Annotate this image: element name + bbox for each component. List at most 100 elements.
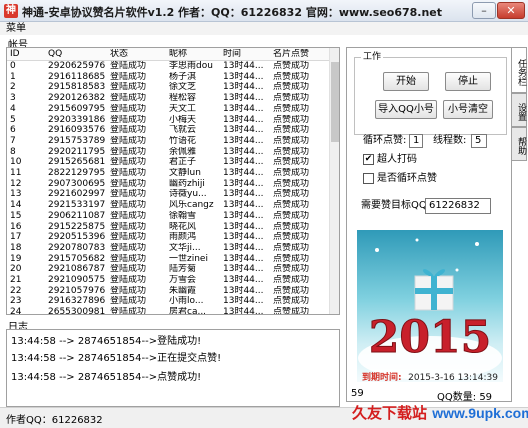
cell-status: 登陆成功 [110,200,147,211]
table-row[interactable]: 7 2915753789 登陆成功 竹语花 13时44... 点赞成功 [7,136,329,147]
table-row[interactable]: 13 2921602997 登陆成功 诗薇yu... 13时44... 点赞成功 [7,189,329,200]
cell-nickname: 李思雨dou [169,61,213,71]
cycle-like-checkbox[interactable] [363,173,374,184]
cell-nickname: 雨颜鸿 [169,232,197,243]
cell-id: 19 [10,253,22,264]
cell-like: 点赞成功 [273,178,310,189]
table-row[interactable]: 11 2822129795 登陆成功 文静lun 13时44... 点赞成功 [7,168,329,179]
log-line: 13:44:58 --> 2874651854-->正在提交点赞! [11,353,222,364]
cell-id: 17 [10,232,22,243]
cell-qq: 2915265681 [48,157,106,168]
cell-time: 13时44... [223,178,264,189]
cell-status: 登陆成功 [110,189,147,200]
cell-like: 点赞成功 [273,168,310,178]
cell-qq: 2920780783 [48,242,106,253]
tab-settings[interactable]: 设置 [512,93,527,127]
cell-qq: 2915225875 [48,221,106,232]
column-header-nickname[interactable]: 昵称 [169,49,223,60]
cell-like: 点赞成功 [273,242,310,253]
cell-like: 点赞成功 [273,157,310,168]
watermark-cn: 久友下载站 [352,404,428,422]
cell-status: 登陆成功 [110,221,147,232]
table-row[interactable]: 15 2906211087 登陆成功 徐翰雪 13时44... 点赞成功 [7,211,329,222]
cell-id: 3 [10,93,16,104]
cell-nickname: 杨子淇 [169,71,197,82]
cell-id: 18 [10,242,22,253]
log-line: 13:44:58 --> 2874651854-->点赞成功! [11,372,202,383]
scrollbar-thumb[interactable] [331,62,339,142]
import-qq-button[interactable]: 导入QQ小号 [375,100,437,119]
title-bar: 神 神通-安卓协议赞名片软件v1.2 作者：QQ：61226832 官网：www… [0,0,528,22]
cell-nickname: 徐文芝 [169,82,197,93]
start-button[interactable]: 开始 [383,72,429,91]
cell-qq: 2920339186 [48,114,106,125]
cell-status: 登陆成功 [110,82,147,93]
cell-time: 13时44... [223,253,264,264]
cycle-like-label: 是否循环点赞 [377,173,437,184]
column-header-status[interactable]: 状态 [110,49,166,60]
table-row[interactable]: 21 2921090575 登陆成功 万雪会 13时44... 点赞成功 [7,275,329,286]
cell-time: 13时44... [223,275,264,285]
table-row[interactable]: 22 2921057976 登陆成功 朱幽霞 13时44... 点赞成功 [7,286,329,297]
minimize-button[interactable]: – [472,2,496,19]
cell-nickname: 幽药zhiji [169,178,205,189]
clear-accounts-button[interactable]: 小号清空 [443,100,493,119]
cell-time: 13时44... [223,146,264,157]
cell-time: 13时44... [223,61,264,71]
cell-status: 登陆成功 [110,61,147,71]
work-panel: 工作 开始 停止 导入QQ小号 小号清空 循环点赞: 1 线程数: 5 ✔ 超人… [346,47,512,403]
cell-time: 13时44... [223,189,264,200]
table-row[interactable]: 14 2921533197 登陆成功 风乐cangz 13时44... 点赞成功 [7,200,329,211]
table-row[interactable]: 12 2907300695 登陆成功 幽药zhiji 13时44... 点赞成功 [7,179,329,190]
column-header-time[interactable]: 时间 [223,49,273,60]
cell-nickname: 一世zinei [169,253,208,264]
cell-time: 13时44... [223,82,264,93]
table-row[interactable]: 20 2921086787 登陆成功 陆芳菊 13时44... 点赞成功 [7,264,329,275]
table-row[interactable]: 0 2920625976 登陆成功 李思雨dou 13时44... 点赞成功 [7,61,329,72]
menu-bar: 菜单 [0,22,528,35]
close-button[interactable]: ✕ [497,2,525,19]
cell-qq: 2916118685 [48,71,106,82]
cell-status: 登陆成功 [110,285,147,296]
table-row[interactable]: 6 2916093576 登陆成功 飞就云 13时44... 点赞成功 [7,125,329,136]
tab-help[interactable]: 帮助 [512,127,527,161]
table-row[interactable]: 23 2916327896 登陆成功 小雨lo... 13时44... 点赞成功 [7,296,329,307]
cell-like: 点赞成功 [273,114,310,125]
table-row[interactable]: 4 2915609795 登陆成功 天文工 13时44... 点赞成功 [7,104,329,115]
table-row[interactable]: 19 2915705682 登陆成功 一世zinei 13时44... 点赞成功 [7,254,329,265]
tab-task[interactable]: 任务栏 [512,47,527,93]
cell-time: 13时44... [223,232,264,243]
watermark-url: www.9upk.com [432,405,528,421]
table-row[interactable]: 3 2920126382 登陆成功 程松容 13时44... 点赞成功 [7,93,329,104]
table-row[interactable]: 16 2915225875 登陆成功 晓花风 13时44... 点赞成功 [7,222,329,233]
cell-qq: 2920126382 [48,93,106,104]
table-row[interactable]: 8 2920211795 登陆成功 余佩雅 13时44... 点赞成功 [7,147,329,158]
accounts-table[interactable]: ID QQ 状态 昵称 时间 名片点赞 0 2920625976 登陆成功 李思雨do… [6,47,340,315]
table-row[interactable]: 2 2915818583 登陆成功 徐文芝 13时44... 点赞成功 [7,82,329,93]
log-panel[interactable]: 13:44:58 --> 2874651854-->登陆成功! 13:44:58… [6,329,340,407]
cell-id: 1 [10,71,16,82]
table-row[interactable]: 24 2655300981 登陆成功 房君ca... 13时44... 点赞成功 [7,307,329,315]
column-header-qq[interactable]: QQ [48,49,108,60]
super-captcha-checkbox[interactable]: ✔ [363,154,374,165]
cell-id: 12 [10,178,22,189]
table-row[interactable]: 10 2915265681 登陆成功 君芷子 13时44... 点赞成功 [7,157,329,168]
cell-id: 0 [10,61,16,71]
table-row[interactable]: 5 2920339186 登陆成功 小梅天 13时44... 点赞成功 [7,115,329,126]
cell-time: 13时44... [223,307,264,315]
target-qq-input[interactable]: 61226832 [425,198,491,214]
column-header-id[interactable]: ID [10,49,44,60]
stop-button[interactable]: 停止 [445,72,491,91]
table-scrollbar[interactable] [329,48,339,314]
table-row[interactable]: 18 2920780783 登陆成功 文华ji... 13时44... 点赞成功 [7,243,329,254]
table-row[interactable]: 1 2916118685 登陆成功 杨子淇 13时44... 点赞成功 [7,72,329,83]
table-header: ID QQ 状态 昵称 时间 名片点赞 [7,48,329,61]
cell-like: 点赞成功 [273,232,310,243]
loop-like-input[interactable]: 1 [409,134,423,148]
threads-input[interactable]: 5 [471,134,487,148]
table-row[interactable]: 17 2920515396 登陆成功 雨颜鸿 13时44... 点赞成功 [7,232,329,243]
cell-id: 23 [10,296,22,307]
menu-item[interactable]: 菜单 [6,22,26,35]
cell-qq: 2920211795 [48,146,106,157]
column-header-like[interactable]: 名片点赞 [273,49,329,60]
